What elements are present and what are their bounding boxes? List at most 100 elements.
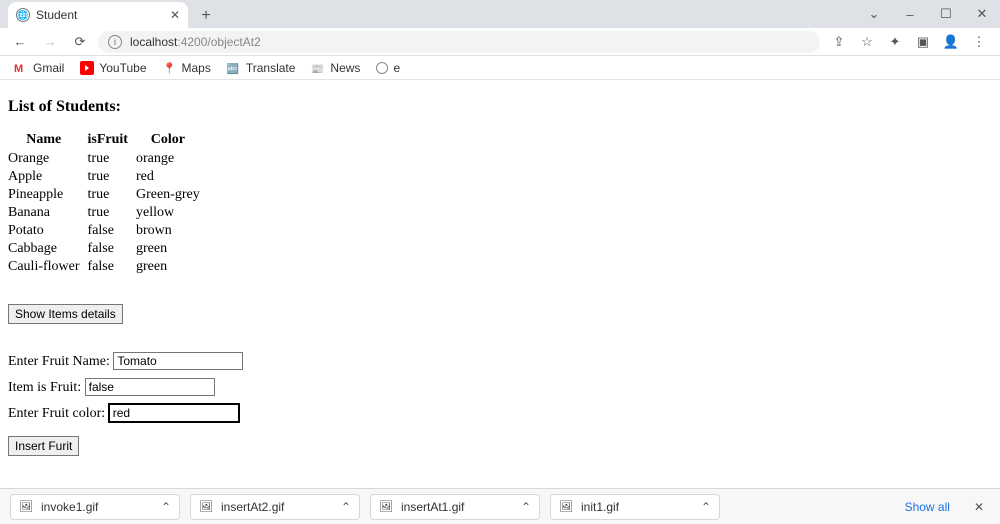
cell: Apple [8, 168, 88, 186]
file-icon: 🖼 [379, 500, 393, 514]
cell: Banana [8, 204, 88, 222]
extensions-icon[interactable]: ✦ [886, 33, 904, 51]
cell: true [88, 204, 136, 222]
bookmark-label: Gmail [33, 61, 64, 75]
bookmark-label: Maps [182, 61, 211, 75]
chevron-up-icon[interactable]: ⌃ [521, 500, 531, 514]
bookmark-label: News [330, 61, 360, 75]
forward-button[interactable]: → [38, 30, 62, 54]
cell: false [88, 240, 136, 258]
address-bar[interactable]: i localhost:4200/objectAt2 [98, 31, 820, 53]
tab-close-icon[interactable]: ✕ [170, 8, 180, 22]
table-row: Bananatrueyellow [8, 204, 208, 222]
download-item[interactable]: 🖼 invoke1.gif ⌃ [10, 494, 180, 520]
download-filename: init1.gif [581, 500, 619, 514]
profile-icon[interactable]: 👤 [942, 33, 960, 51]
tab-title: Student [36, 8, 77, 22]
bookmark-news[interactable]: News [311, 61, 360, 75]
download-filename: invoke1.gif [41, 500, 98, 514]
show-items-details-button[interactable]: Show Items details [8, 304, 123, 324]
fruit-name-label: Enter Fruit Name: [8, 354, 113, 369]
back-button[interactable]: ← [8, 30, 32, 54]
cell: Cauli-flower [8, 258, 88, 276]
cell: Cabbage [8, 240, 88, 258]
table-row: Potatofalsebrown [8, 222, 208, 240]
page-heading: List of Students: [8, 98, 992, 116]
address-port: :4200 [177, 35, 207, 49]
is-fruit-input[interactable] [85, 378, 215, 396]
fruit-color-label: Enter Fruit color: [8, 406, 109, 421]
bookmark-label: Translate [246, 61, 296, 75]
table-row: Cabbagefalsegreen [8, 240, 208, 258]
cell: true [88, 168, 136, 186]
download-filename: insertAt2.gif [221, 500, 284, 514]
download-item[interactable]: 🖼 insertAt1.gif ⌃ [370, 494, 540, 520]
downloads-show-all[interactable]: Show all [905, 500, 950, 514]
col-name: Name [8, 132, 88, 150]
cell: Pineapple [8, 186, 88, 204]
chevron-up-icon[interactable]: ⌃ [341, 500, 351, 514]
reload-button[interactable]: ⟳ [68, 30, 92, 54]
window-maximize-button[interactable]: ☐ [928, 0, 964, 28]
maps-icon [163, 61, 177, 75]
bookmarks-bar: Gmail YouTube Maps Translate News e [0, 56, 1000, 80]
bookmark-youtube[interactable]: YouTube [80, 61, 146, 75]
window-close-button[interactable]: ✕ [964, 0, 1000, 28]
window-controls: ⌄ – ☐ ✕ [856, 0, 1000, 28]
window-dropdown-icon[interactable]: ⌄ [856, 0, 892, 28]
chevron-up-icon[interactable]: ⌃ [161, 500, 171, 514]
globe-icon: 🌐 [16, 8, 30, 22]
bookmark-star-icon[interactable]: ☆ [858, 33, 876, 51]
bookmark-gmail[interactable]: Gmail [14, 61, 64, 75]
file-icon: 🖼 [19, 500, 33, 514]
address-host: localhost [130, 35, 177, 49]
share-icon[interactable]: ⇪ [830, 33, 848, 51]
cell: green [136, 240, 208, 258]
bookmark-translate[interactable]: Translate [227, 61, 296, 75]
bookmark-maps[interactable]: Maps [163, 61, 211, 75]
table-row: Appletruered [8, 168, 208, 186]
cell: yellow [136, 204, 208, 222]
new-tab-button[interactable]: + [194, 4, 218, 28]
gmail-icon [14, 61, 28, 75]
cell: brown [136, 222, 208, 240]
file-icon: 🖼 [199, 500, 213, 514]
window-minimize-button[interactable]: – [892, 0, 928, 28]
page-content: List of Students: Name isFruit Color Ora… [0, 80, 1000, 466]
cell: Potato [8, 222, 88, 240]
table-row: PineappletrueGreen-grey [8, 186, 208, 204]
downloads-close-icon[interactable]: ✕ [968, 500, 990, 514]
cell: false [88, 222, 136, 240]
cell: false [88, 258, 136, 276]
download-filename: insertAt1.gif [401, 500, 464, 514]
address-path: /objectAt2 [207, 35, 260, 49]
globe-small-icon [376, 62, 388, 74]
download-item[interactable]: 🖼 init1.gif ⌃ [550, 494, 720, 520]
browser-tab[interactable]: 🌐 Student ✕ [8, 2, 188, 28]
fruit-color-input[interactable] [109, 404, 239, 422]
cell: Green-grey [136, 186, 208, 204]
bookmark-label: YouTube [99, 61, 146, 75]
file-icon: 🖼 [559, 500, 573, 514]
news-icon [311, 61, 325, 75]
youtube-icon [80, 61, 94, 75]
menu-icon[interactable]: ⋮ [970, 33, 988, 51]
cell: true [88, 186, 136, 204]
bookmark-label: e [393, 61, 400, 75]
fruit-name-input[interactable] [113, 352, 243, 370]
cell: red [136, 168, 208, 186]
cell: true [88, 150, 136, 168]
cell: green [136, 258, 208, 276]
chevron-up-icon[interactable]: ⌃ [701, 500, 711, 514]
tab-strip: 🌐 Student ✕ + ⌄ – ☐ ✕ [0, 0, 1000, 28]
cell: orange [136, 150, 208, 168]
download-item[interactable]: 🖼 insertAt2.gif ⌃ [190, 494, 360, 520]
bookmark-e[interactable]: e [376, 61, 400, 75]
insert-fruit-button[interactable]: Insert Furit [8, 436, 79, 456]
table-row: Cauli-flowerfalsegreen [8, 258, 208, 276]
site-info-icon[interactable]: i [108, 35, 122, 49]
col-color: Color [136, 132, 208, 150]
translate-icon [227, 61, 241, 75]
side-panel-icon[interactable]: ▣ [914, 33, 932, 51]
items-table: Name isFruit Color Orangetrueorange Appl… [8, 132, 208, 276]
